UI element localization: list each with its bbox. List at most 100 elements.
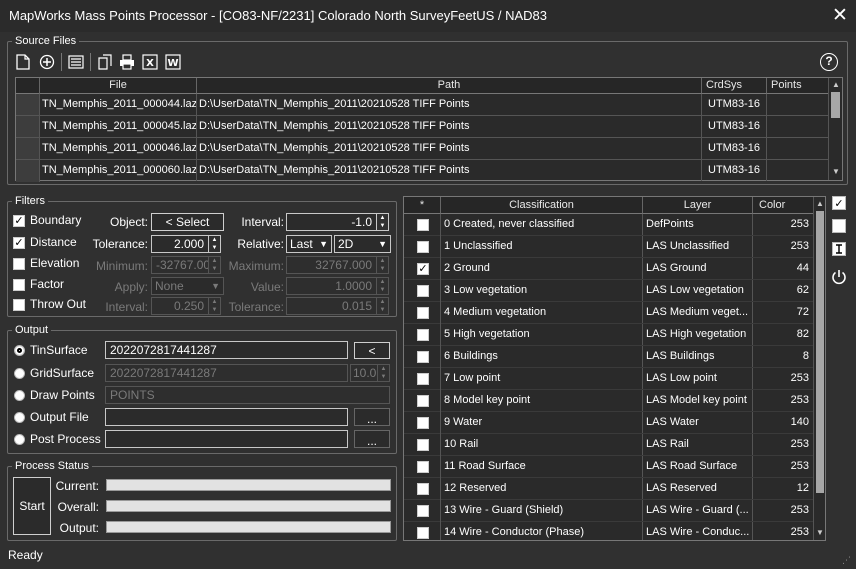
scroll-down-icon[interactable]: ▼ — [832, 167, 840, 176]
class-row[interactable]: ✓ 2 Ground LAS Ground 44 — [404, 258, 813, 280]
grid-spacing-spinner[interactable]: ▲ ▼ — [378, 364, 390, 382]
col-file-header[interactable]: File — [40, 78, 197, 94]
apply-select[interactable]: None ▼ — [151, 277, 224, 295]
dimension-select[interactable]: 2D ▼ — [334, 235, 391, 253]
interval-spinner[interactable]: ▲ ▼ — [377, 213, 389, 231]
scroll-thumb[interactable] — [831, 92, 840, 118]
table-row[interactable]: TN_Memphis_2011_000046.laz D:\UserData\T… — [16, 138, 828, 160]
draw-points-input[interactable]: POINTS — [105, 386, 390, 404]
class-row[interactable]: 9 Water LAS Water 140 — [404, 412, 813, 434]
output-file-input[interactable] — [105, 408, 348, 426]
interval2-input[interactable]: 0.250 — [151, 297, 209, 315]
copy-icon[interactable] — [96, 53, 114, 71]
class-checkbox[interactable] — [417, 505, 429, 517]
class-checkbox[interactable] — [417, 395, 429, 407]
tin-surface-pick-button[interactable]: < — [354, 342, 390, 359]
new-file-icon[interactable] — [14, 53, 32, 71]
grid-surface-input[interactable]: 2022072817441287 — [105, 364, 348, 382]
class-checkbox[interactable] — [417, 241, 429, 253]
class-checkbox[interactable] — [417, 351, 429, 363]
class-checkbox[interactable] — [417, 373, 429, 385]
throw-out-checkbox[interactable] — [13, 299, 25, 311]
value-spinner[interactable]: ▲ ▼ — [377, 277, 389, 295]
select-object-button[interactable]: < Select — [151, 213, 224, 231]
close-button[interactable]: ✕ — [826, 4, 854, 28]
row-selector[interactable] — [16, 138, 40, 159]
add-icon[interactable] — [38, 53, 56, 71]
class-checkbox[interactable] — [417, 439, 429, 451]
help-icon[interactable]: ? — [820, 53, 838, 71]
print-icon[interactable] — [118, 53, 136, 71]
source-grid-scrollbar[interactable]: ▲ ▼ — [828, 78, 842, 180]
grid-surface-radio[interactable] — [14, 368, 25, 379]
factor-checkbox[interactable] — [13, 279, 25, 291]
class-row[interactable]: 6 Buildings LAS Buildings 8 — [404, 346, 813, 368]
class-row[interactable]: 3 Low vegetation LAS Low vegetation 62 — [404, 280, 813, 302]
class-row[interactable]: 0 Created, never classified DefPoints 253 — [404, 214, 813, 236]
class-checkbox[interactable] — [417, 219, 429, 231]
tolerance-input[interactable]: 2.000 — [151, 235, 209, 253]
minimum-input[interactable]: -32767.000 — [151, 256, 209, 274]
row-selector[interactable] — [16, 116, 40, 137]
row-selector[interactable] — [16, 160, 40, 182]
draw-points-radio[interactable] — [14, 390, 25, 401]
col-check-header[interactable]: * — [404, 197, 441, 214]
col-path-header[interactable]: Path — [197, 78, 702, 94]
distance-checkbox[interactable]: ✓ — [13, 237, 25, 249]
tolerance2-input[interactable]: 0.015 — [286, 297, 377, 315]
class-row[interactable]: 5 High vegetation LAS High vegetation 82 — [404, 324, 813, 346]
tin-surface-input[interactable]: 2022072817441287 — [105, 341, 348, 359]
post-process-radio[interactable] — [14, 434, 25, 445]
class-checkbox[interactable] — [417, 329, 429, 341]
col-layer-header[interactable]: Layer — [643, 197, 753, 214]
tin-surface-radio[interactable] — [14, 345, 25, 356]
class-row[interactable]: 1 Unclassified LAS Unclassified 253 — [404, 236, 813, 258]
maximum-spinner[interactable]: ▲ ▼ — [377, 256, 389, 274]
post-process-browse-button[interactable]: ... — [354, 430, 390, 448]
class-row[interactable]: 12 Reserved LAS Reserved 12 — [404, 478, 813, 500]
list-icon[interactable] — [67, 53, 85, 71]
elevation-checkbox[interactable] — [13, 258, 25, 270]
class-checkbox[interactable] — [417, 461, 429, 473]
col-points-header[interactable]: Points — [767, 78, 828, 94]
table-row[interactable]: TN_Memphis_2011_000045.laz D:\UserData\T… — [16, 116, 828, 138]
class-row[interactable]: 10 Rail LAS Rail 253 — [404, 434, 813, 456]
col-crdsys-header[interactable]: CrdSys — [702, 78, 767, 94]
start-button[interactable]: Start — [13, 477, 51, 535]
maximum-input[interactable]: 32767.000 — [286, 256, 377, 274]
class-row[interactable]: 4 Medium vegetation LAS Medium veget... 72 — [404, 302, 813, 324]
class-checkbox[interactable]: ✓ — [417, 263, 429, 275]
class-checkbox[interactable] — [417, 527, 429, 539]
relative-select[interactable]: Last ▼ — [286, 235, 332, 253]
grid-spacing-input[interactable]: 10.0 — [350, 364, 378, 382]
col-classification-header[interactable]: Classification — [441, 197, 643, 214]
boundary-checkbox[interactable]: ✓ — [13, 215, 25, 227]
class-row[interactable]: 7 Low point LAS Low point 253 — [404, 368, 813, 390]
col-color-header[interactable]: Color — [753, 197, 813, 214]
row-selector[interactable] — [16, 94, 40, 115]
table-row[interactable]: TN_Memphis_2011_000044.laz D:\UserData\T… — [16, 94, 828, 116]
output-file-radio[interactable] — [14, 412, 25, 423]
class-checkbox[interactable] — [417, 285, 429, 297]
class-checkbox[interactable] — [417, 483, 429, 495]
interval-input[interactable]: -1.0 — [286, 213, 377, 231]
class-checkbox[interactable] — [417, 307, 429, 319]
tolerance-spinner[interactable]: ▲ ▼ — [209, 235, 221, 253]
class-checkbox[interactable] — [417, 417, 429, 429]
scroll-thumb[interactable] — [816, 211, 824, 493]
class-row[interactable]: 11 Road Surface LAS Road Surface 253 — [404, 456, 813, 478]
invert-icon[interactable] — [832, 242, 846, 256]
scroll-down-icon[interactable]: ▼ — [816, 528, 824, 537]
class-row[interactable]: 13 Wire - Guard (Shield) LAS Wire - Guard… — [404, 500, 813, 522]
excel-icon[interactable]: X — [141, 53, 159, 71]
resize-grip-icon[interactable]: ⋰ — [842, 555, 851, 566]
class-grid-scrollbar[interactable]: ▲ ▼ — [813, 197, 825, 540]
output-file-browse-button[interactable]: ... — [354, 408, 390, 426]
scroll-up-icon[interactable]: ▲ — [832, 80, 840, 89]
uncheck-all-icon[interactable] — [832, 219, 846, 233]
minimum-spinner[interactable]: ▲ ▼ — [209, 256, 221, 274]
scroll-up-icon[interactable]: ▲ — [816, 199, 824, 208]
class-row[interactable]: 14 Wire - Conductor (Phase) LAS Wire - Co… — [404, 522, 813, 540]
tolerance2-spinner[interactable]: ▲ ▼ — [377, 297, 389, 315]
word-icon[interactable]: W — [164, 53, 182, 71]
